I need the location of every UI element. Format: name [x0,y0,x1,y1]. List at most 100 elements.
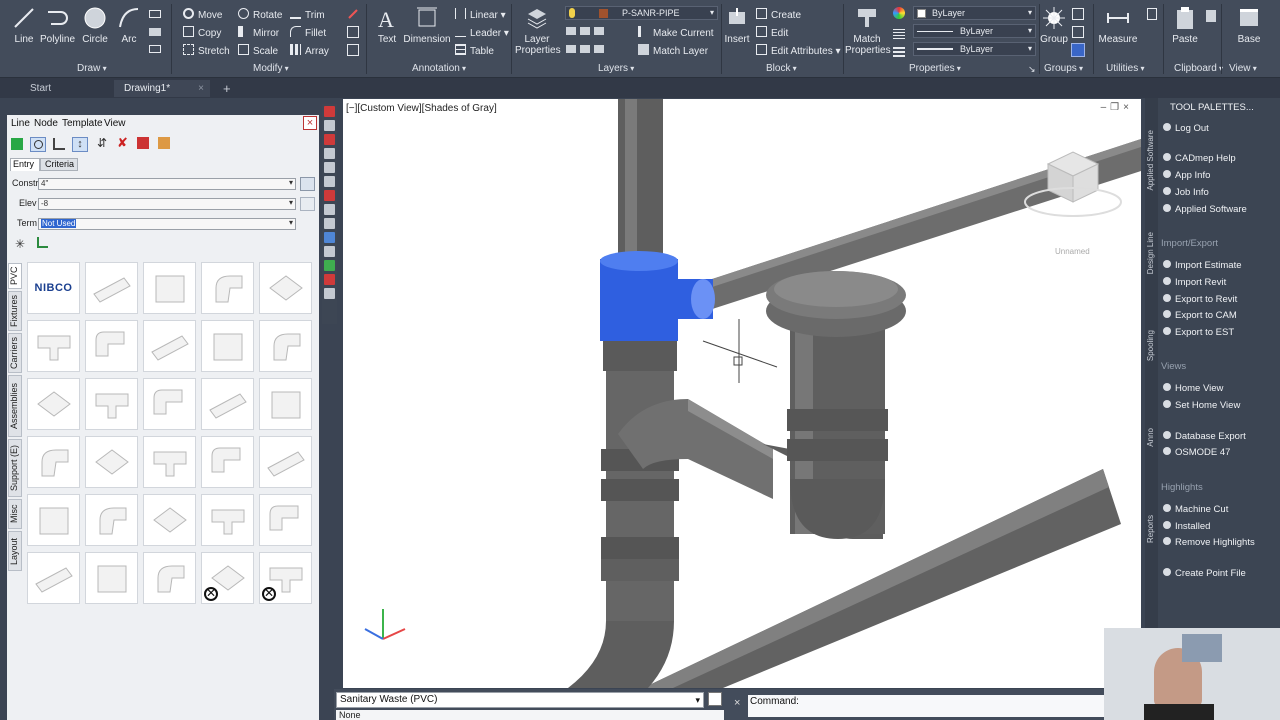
annotation-panel-label[interactable]: Annotation [412,63,466,74]
fitting-tile[interactable] [259,320,312,372]
tool-icon[interactable] [324,106,335,117]
match-properties-button[interactable]: Match Properties [845,6,891,56]
palette-item[interactable]: OSMODE 47 [1163,447,1230,458]
term-select[interactable]: Not Used [38,218,296,230]
circle-button[interactable]: Circle [80,6,110,45]
mirror-button[interactable]: Mirror [238,26,279,39]
offset-icon[interactable] [347,44,359,56]
tool-palettes-title[interactable]: TOOL PALETTES... [1170,102,1254,113]
group-button[interactable]: Group [1040,6,1068,45]
elev-pick-icon[interactable] [300,197,315,211]
leader-button[interactable]: Leader ▾ [455,26,509,39]
arc-button[interactable]: Arc [116,6,142,45]
vertical-arrow-icon[interactable]: ↕ [72,137,88,152]
fillet-button[interactable]: Fillet [290,26,326,39]
linetype-dropdown[interactable]: ByLayer [913,24,1036,38]
tool-icon[interactable] [324,218,335,229]
match-layer-button[interactable]: Match Layer [638,44,708,57]
edit-attributes-button[interactable]: Edit Attributes ▾ [756,44,841,57]
palette-item[interactable]: App Info [1163,170,1210,181]
tool-icon[interactable] [324,120,335,131]
service-browse-icon[interactable] [708,692,722,706]
fitting-tile[interactable] [201,436,254,488]
fitting-tile[interactable] [27,378,80,430]
close-tab-icon[interactable]: × [198,80,204,97]
drawing-viewport[interactable]: [−][Custom View][Shades of Gray] –❐× Unn… [343,99,1141,688]
make-current-button[interactable]: Make Current [638,26,714,39]
fitting-tile[interactable] [143,378,196,430]
group-edit-icon[interactable] [1072,26,1084,38]
menu-line[interactable]: Line [11,118,30,129]
palette-item[interactable]: Remove Highlights [1163,537,1255,548]
palette-item[interactable]: Import Revit [1163,277,1226,288]
fitting-tile[interactable] [201,378,254,430]
fitting-tile[interactable] [85,494,138,546]
pipe-model[interactable] [343,99,1141,688]
palette-item[interactable]: Database Export [1163,431,1246,442]
fitting-tile[interactable] [85,378,138,430]
palette-item[interactable]: Machine Cut [1163,504,1228,515]
color-dropdown[interactable]: ByLayer [913,6,1036,20]
fitting-tile[interactable]: ✕ [201,552,254,604]
side-tab-pvc[interactable]: PVC [8,263,22,289]
tool-icon[interactable] [324,162,335,173]
fitting-tile[interactable] [85,436,138,488]
start-tab[interactable]: Start [20,80,115,97]
palette-item[interactable]: Create Point File [1163,568,1246,579]
tool-icon[interactable] [324,190,335,201]
palette-item[interactable]: Import Estimate [1163,260,1242,271]
orange-tool-icon[interactable] [158,137,170,149]
tool-icon[interactable] [324,134,335,145]
trim-button[interactable]: Trim [290,8,325,21]
menu-node[interactable]: Node [34,118,58,129]
ungroup-icon[interactable] [1072,8,1084,20]
drawing1-tab[interactable]: Drawing1* × [114,80,210,97]
fitting-tile[interactable] [85,320,138,372]
fitting-tile[interactable] [259,494,312,546]
fitting-tile[interactable] [85,552,138,604]
elev-select[interactable]: -8 [38,198,296,210]
layer-dropdown[interactable]: P-SANR-PIPE [565,6,718,20]
table-button[interactable]: Table [455,44,494,57]
side-tab-carriers[interactable]: Carriers [8,333,22,373]
green-tool-icon[interactable] [11,138,23,150]
viewcube-name-label[interactable]: Unnamed [1055,247,1090,256]
copy-clip-icon[interactable] [1206,10,1216,22]
layers-panel-label[interactable]: Layers [598,63,634,74]
close-palette-button[interactable]: × [303,116,317,130]
tool-icon[interactable] [324,148,335,159]
group-selection-icon[interactable] [1071,43,1085,57]
criteria-subtab[interactable]: Criteria [40,158,78,171]
fitting-tile[interactable] [27,320,80,372]
fitting-tile[interactable]: ✕ [259,552,312,604]
fitting-tile[interactable] [259,378,312,430]
palette-item[interactable]: Applied Software [1163,204,1247,215]
layer-properties-button[interactable]: Layer Properties [515,6,561,56]
polyline-button[interactable]: Polyline [40,6,75,45]
lineweight-dropdown[interactable]: ByLayer [913,42,1036,56]
elbow-tool-icon[interactable] [53,138,65,150]
command-line[interactable]: Command: [748,695,1104,717]
tool-icon[interactable] [324,204,335,215]
palette-item[interactable]: Home View [1163,383,1223,394]
create-block-button[interactable]: Create [756,8,801,21]
modify-panel-label[interactable]: Modify [253,63,289,74]
fitting-tile[interactable] [27,552,80,604]
palette-vertical-tab[interactable]: Reports [1146,515,1155,543]
constr-select[interactable]: 4" [38,178,296,190]
rectangle-icon[interactable] [149,10,161,18]
groups-panel-label[interactable]: Groups [1044,63,1083,74]
constr-table-icon[interactable] [300,177,315,191]
palette-vertical-tab[interactable]: Applied Software [1146,130,1155,190]
palette-item[interactable]: Installed [1163,521,1210,532]
fitting-tile[interactable] [143,320,196,372]
fitting-tile[interactable] [143,436,196,488]
properties-dialog-launcher-icon[interactable]: ↘ [1028,64,1036,75]
palette-item[interactable]: Export to EST [1163,327,1234,338]
palette-item[interactable]: Export to CAM [1163,310,1237,321]
properties-panel-label[interactable]: Properties [909,63,961,74]
close-command-icon[interactable]: × [734,697,740,709]
fitting-tile[interactable] [143,494,196,546]
tool-icon[interactable] [324,176,335,187]
new-tab-button[interactable]: + [213,80,235,97]
